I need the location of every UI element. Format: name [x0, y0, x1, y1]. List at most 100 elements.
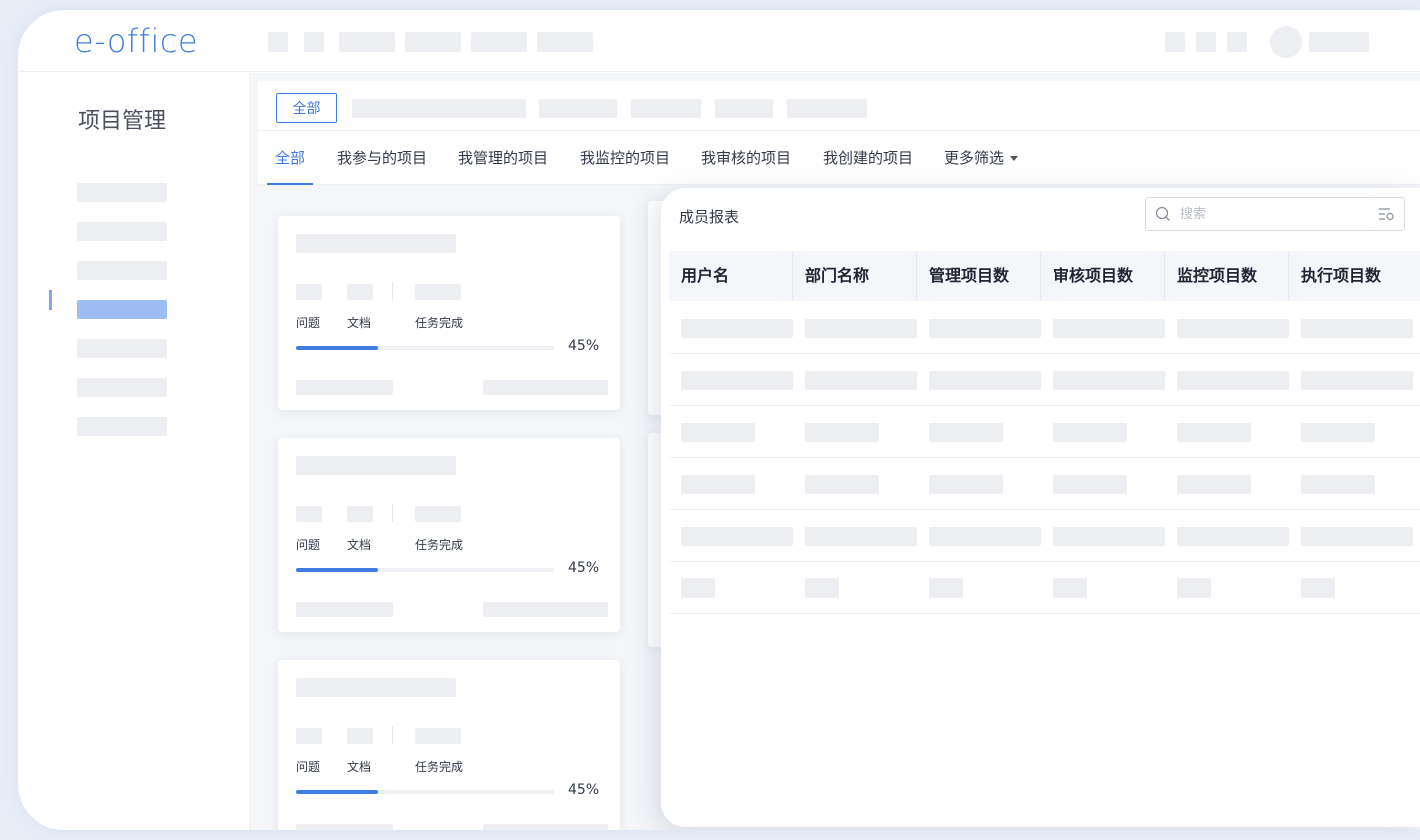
- stat-value-placeholder: [296, 284, 322, 300]
- toolbar-icon-placeholder[interactable]: [1227, 32, 1247, 52]
- cell-placeholder: [929, 319, 1041, 338]
- nav-placeholder[interactable]: [304, 32, 324, 52]
- sidebar-item[interactable]: [77, 378, 167, 397]
- app-logo[interactable]: e-office: [74, 22, 198, 60]
- panel-title: 成员报表: [679, 208, 740, 226]
- nav-placeholder[interactable]: [405, 32, 461, 52]
- card-footer-placeholder: [296, 602, 393, 617]
- stat-label-issues: 问题: [296, 760, 321, 774]
- progress-fill: [296, 346, 379, 350]
- table-row[interactable]: [669, 354, 1420, 406]
- table-header: 用户名 部门名称 管理项目数 审核项目数 监控项目数 执行项目数: [669, 251, 1420, 301]
- app-window: e-office 项目管理 全部 全部 我参与的项目 我管理的项目 我监控的项目…: [18, 10, 1420, 830]
- avatar[interactable]: [1270, 26, 1302, 58]
- table-row[interactable]: [669, 510, 1420, 562]
- tab-managed[interactable]: 我管理的项目: [458, 131, 548, 185]
- cell-placeholder: [1301, 578, 1335, 598]
- cell-placeholder: [805, 423, 879, 442]
- sidebar-item[interactable]: [77, 183, 167, 202]
- progress-fill: [296, 790, 379, 794]
- sidebar-item[interactable]: [77, 261, 167, 280]
- stat-label-task-completion: 任务完成: [415, 760, 464, 774]
- sidebar-item[interactable]: [77, 417, 167, 436]
- active-indicator: [49, 290, 52, 310]
- project-card[interactable]: 问题 文档 任务完成 45%: [278, 660, 620, 830]
- cell-placeholder: [681, 578, 715, 598]
- tab-reviewed[interactable]: 我审核的项目: [701, 131, 791, 185]
- cell-placeholder: [929, 423, 1003, 442]
- table-row[interactable]: [669, 302, 1420, 354]
- stat-value-placeholder: [415, 728, 461, 744]
- nav-placeholder[interactable]: [537, 32, 593, 52]
- card-footer-placeholder: [483, 380, 608, 395]
- stat-divider: [392, 504, 393, 522]
- sidebar-item-active[interactable]: [77, 300, 167, 319]
- cell-placeholder: [1177, 578, 1211, 598]
- cell-placeholder: [1177, 319, 1289, 338]
- sidebar-item[interactable]: [77, 222, 167, 241]
- tab-all[interactable]: 全部: [266, 131, 314, 185]
- cell-placeholder: [1301, 319, 1413, 338]
- filter-placeholder[interactable]: [787, 99, 867, 118]
- column-header-executed-count[interactable]: 执行项目数: [1289, 251, 1420, 301]
- cell-placeholder: [805, 475, 879, 494]
- card-footer-placeholder: [296, 380, 393, 395]
- progress-percent: 45%: [568, 782, 600, 798]
- toolbar-icon-placeholder[interactable]: [1165, 32, 1185, 52]
- tab-participated[interactable]: 我参与的项目: [337, 131, 427, 185]
- cell-placeholder: [1177, 527, 1289, 546]
- toolbar-icon-placeholder[interactable]: [1196, 32, 1216, 52]
- nav-placeholder[interactable]: [268, 32, 288, 52]
- tab-created[interactable]: 我创建的项目: [823, 131, 913, 185]
- search-input[interactable]: [1180, 204, 1360, 224]
- cell-placeholder: [1301, 527, 1413, 546]
- cell-placeholder: [929, 371, 1041, 390]
- progress-fill: [296, 568, 379, 572]
- cell-placeholder: [681, 475, 755, 494]
- advanced-search-button[interactable]: [1369, 197, 1405, 231]
- column-header-monitored-count[interactable]: 监控项目数: [1165, 251, 1289, 301]
- filter-chip-all[interactable]: 全部: [276, 93, 337, 123]
- search-icon: [1155, 206, 1170, 221]
- tab-more-filters[interactable]: 更多筛选: [944, 131, 1019, 185]
- cell-placeholder: [805, 371, 917, 390]
- progress-bar: [296, 790, 554, 794]
- filter-placeholder[interactable]: [631, 99, 701, 118]
- stat-divider: [392, 726, 393, 744]
- stat-label-task-completion: 任务完成: [415, 538, 464, 552]
- table-row[interactable]: [669, 406, 1420, 458]
- nav-placeholder[interactable]: [339, 32, 395, 52]
- column-header-managed-count[interactable]: 管理项目数: [917, 251, 1041, 301]
- cell-placeholder: [1177, 475, 1251, 494]
- stat-label-issues: 问题: [296, 538, 321, 552]
- filter-placeholder[interactable]: [539, 99, 617, 118]
- column-header-department[interactable]: 部门名称: [793, 251, 917, 301]
- cell-placeholder: [1301, 475, 1375, 494]
- table-row[interactable]: [669, 562, 1420, 614]
- column-header-reviewed-count[interactable]: 审核项目数: [1041, 251, 1165, 301]
- filter-placeholder[interactable]: [715, 99, 773, 118]
- tab-bar: 全部 我参与的项目 我管理的项目 我监控的项目 我审核的项目 我创建的项目 更多…: [258, 131, 1420, 185]
- filter-placeholder[interactable]: [352, 99, 526, 118]
- nav-placeholder[interactable]: [471, 32, 527, 52]
- cell-placeholder: [1053, 527, 1165, 546]
- caret-down-icon: [1010, 156, 1019, 161]
- cell-placeholder: [1053, 371, 1165, 390]
- sidebar-item[interactable]: [77, 339, 167, 358]
- search-box[interactable]: [1145, 197, 1371, 231]
- top-bar: e-office: [18, 10, 1420, 72]
- cell-placeholder: [681, 527, 793, 546]
- cell-placeholder: [1053, 578, 1087, 598]
- cell-placeholder: [1053, 319, 1165, 338]
- stat-label-docs: 文档: [347, 538, 372, 552]
- stat-value-placeholder: [296, 506, 322, 522]
- column-header-username[interactable]: 用户名: [669, 251, 793, 301]
- progress-bar: [296, 568, 554, 572]
- cell-placeholder: [681, 319, 793, 338]
- stat-value-placeholder: [347, 284, 373, 300]
- tab-monitored[interactable]: 我监控的项目: [580, 131, 670, 185]
- project-card[interactable]: 问题 文档 任务完成 45%: [278, 438, 620, 632]
- stat-value-placeholder: [415, 284, 461, 300]
- project-card[interactable]: 问题 文档 任务完成 45%: [278, 216, 620, 410]
- table-row[interactable]: [669, 458, 1420, 510]
